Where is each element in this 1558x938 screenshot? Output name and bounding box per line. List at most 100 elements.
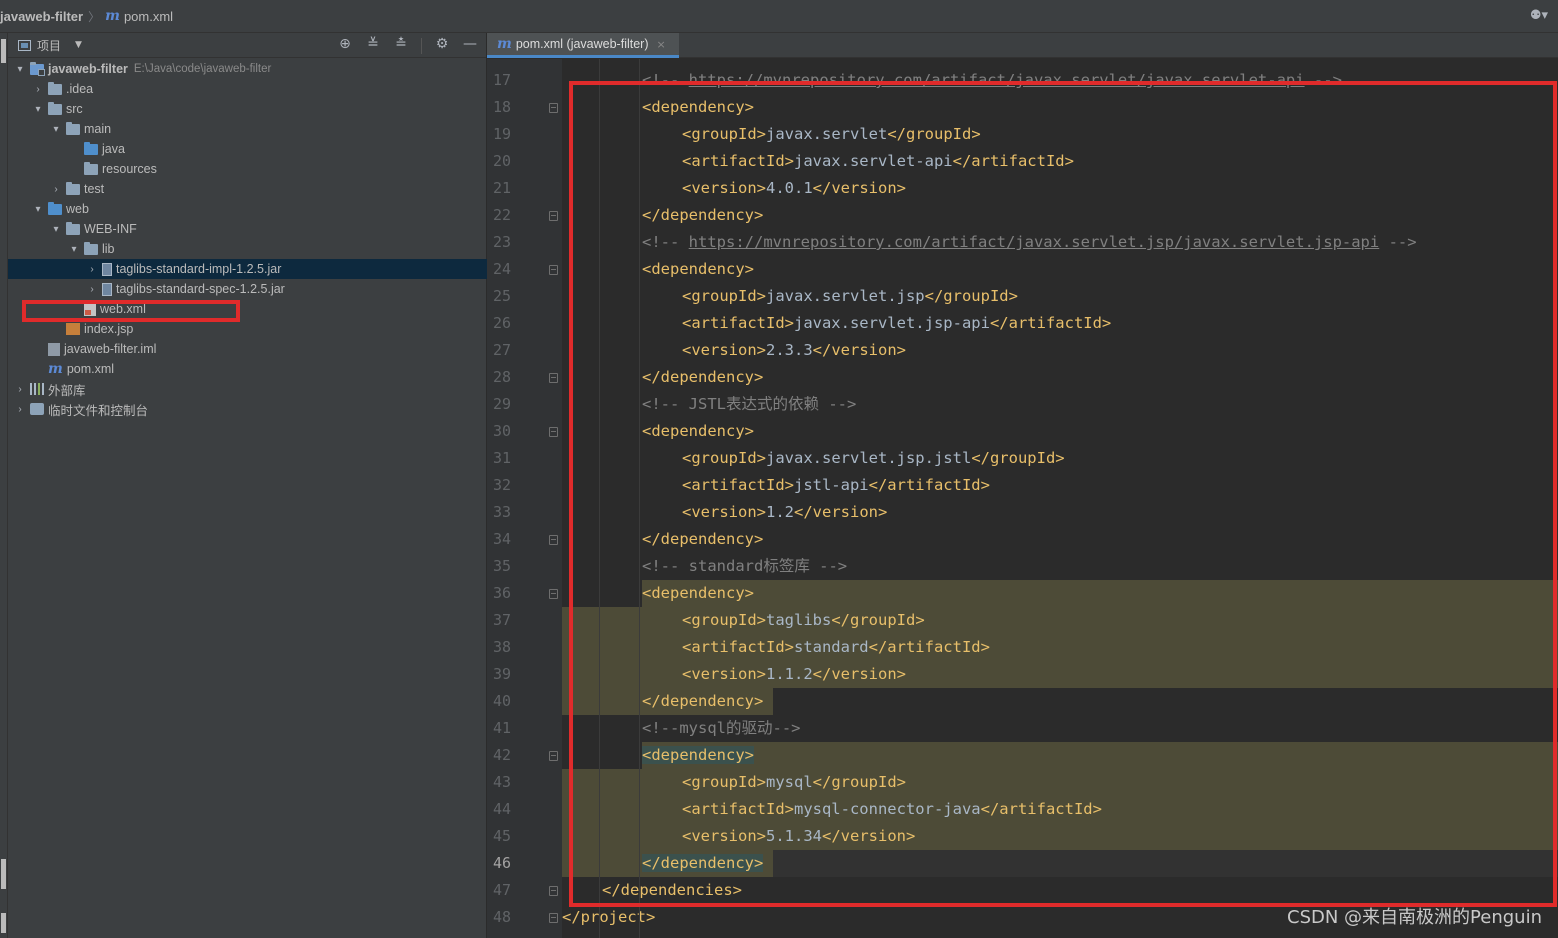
- chevron-right-icon[interactable]: ›: [50, 184, 62, 195]
- view-dropdown-icon[interactable]: ▼: [75, 40, 82, 50]
- user-menu-icon[interactable]: ⚉▾: [1530, 8, 1548, 23]
- line-number: 18: [492, 98, 511, 116]
- chevron-down-icon[interactable]: ▾: [32, 204, 44, 215]
- tree-item[interactable]: ▾ javaweb-filter E:\Java\code\javaweb-filt…: [8, 59, 487, 79]
- line-number: 44: [492, 800, 511, 818]
- chevron-right-icon[interactable]: ›: [86, 264, 98, 275]
- chevron-down-icon[interactable]: ▾: [50, 124, 62, 135]
- project-panel-header: 项目 ▼ ⊕ ≚ ≛ ⚙ —: [8, 33, 486, 58]
- tree-item-label: taglibs-standard-impl-1.2.5.jar: [116, 262, 282, 276]
- gear-icon[interactable]: ⚙: [434, 36, 450, 54]
- expand-all-icon[interactable]: ≚: [365, 36, 381, 54]
- tree-item[interactable]: index.jsp: [8, 319, 487, 339]
- tree-item-label: taglibs-standard-spec-1.2.5.jar: [116, 282, 285, 296]
- line-number: 37: [492, 611, 511, 629]
- breadcrumb-project[interactable]: javaweb-filter: [0, 9, 83, 24]
- project-panel-title[interactable]: 项目: [37, 37, 61, 54]
- line-number: 43: [492, 773, 511, 791]
- folder-icon: [48, 101, 62, 115]
- tree-item[interactable]: m pom.xml: [8, 359, 487, 379]
- line-number: 26: [492, 314, 511, 332]
- left-tool-strip: [0, 33, 8, 938]
- line-number: 45: [492, 827, 511, 845]
- tree-item[interactable]: ▾ web: [8, 199, 487, 219]
- fold-marker-icon[interactable]: [549, 103, 558, 113]
- tree-item[interactable]: java: [8, 139, 487, 159]
- tree-item[interactable]: › taglibs-standard-spec-1.2.5.jar: [8, 279, 487, 299]
- fold-marker-icon[interactable]: [549, 913, 558, 923]
- library-icon: [30, 383, 44, 395]
- folder-icon: [66, 121, 80, 135]
- chevron-right-icon[interactable]: ›: [14, 404, 26, 415]
- tree-item-label: javaweb-filter.iml: [64, 342, 157, 356]
- breadcrumb-file[interactable]: pom.xml: [124, 9, 173, 24]
- fold-marker-icon[interactable]: [549, 751, 558, 761]
- tree-item[interactable]: › 外部库: [8, 379, 487, 399]
- hide-panel-icon[interactable]: —: [462, 36, 478, 54]
- code-highlight-box: [569, 81, 1557, 907]
- tree-item[interactable]: ▾ WEB-INF: [8, 219, 487, 239]
- collapse-all-icon[interactable]: ≛: [393, 36, 409, 54]
- tree-item-label: javaweb-filter: [48, 62, 128, 76]
- tree-item[interactable]: ▾ src: [8, 99, 487, 119]
- navigation-bar: javaweb-filter 〉 m pom.xml ⚉▾: [0, 0, 1558, 33]
- chevron-down-icon[interactable]: ▾: [32, 104, 44, 115]
- chevron-right-icon[interactable]: ›: [14, 384, 26, 395]
- tree-item[interactable]: › 临时文件和控制台: [8, 399, 487, 419]
- tree-item[interactable]: › taglibs-standard-impl-1.2.5.jar: [8, 259, 487, 279]
- folder-icon: [48, 81, 62, 95]
- tree-item[interactable]: ▾ main: [8, 119, 487, 139]
- line-number: 32: [492, 476, 511, 494]
- line-number: 35: [492, 557, 511, 575]
- module-folder-icon: [30, 61, 45, 76]
- fold-marker-icon[interactable]: [549, 535, 558, 545]
- chevron-right-icon[interactable]: ›: [86, 284, 98, 295]
- chevron-down-icon[interactable]: ▾: [50, 224, 62, 235]
- folder-icon: [66, 221, 80, 235]
- line-number: 48: [492, 908, 511, 926]
- chevron-right-icon[interactable]: ›: [32, 84, 44, 95]
- line-number: 38: [492, 638, 511, 656]
- close-icon[interactable]: ×: [657, 38, 666, 51]
- tree-item-label: 临时文件和控制台: [48, 403, 149, 418]
- chevron-down-icon[interactable]: ▾: [68, 244, 80, 255]
- fold-marker-icon[interactable]: [549, 265, 558, 275]
- tree-item[interactable]: › .idea: [8, 79, 487, 99]
- fold-marker-icon[interactable]: [549, 211, 558, 221]
- folder-icon: [84, 241, 98, 255]
- line-number-gutter[interactable]: 17 18 19 20 21 22 23 24 25 26 27 28 29 30 31 32 33 34 35 36…: [487, 59, 562, 938]
- iml-file-icon: [48, 342, 60, 356]
- tree-item[interactable]: javaweb-filter.iml: [8, 339, 487, 359]
- web-xml-highlight-box: [22, 300, 240, 322]
- locate-file-icon[interactable]: ⊕: [337, 36, 353, 54]
- tree-item-label: WEB-INF: [84, 222, 137, 236]
- favorites-tool-window-button[interactable]: [1, 913, 6, 933]
- line-number: 30: [492, 422, 511, 440]
- fold-marker-icon[interactable]: [549, 427, 558, 437]
- maven-file-icon: m: [497, 36, 512, 52]
- structure-tool-window-button[interactable]: [1, 859, 6, 889]
- tree-item[interactable]: › test: [8, 179, 487, 199]
- tree-item[interactable]: ▾ lib: [8, 239, 487, 259]
- tree-item[interactable]: resources: [8, 159, 487, 179]
- fold-marker-icon[interactable]: [549, 373, 558, 383]
- maven-file-icon: m: [105, 8, 120, 24]
- project-tool-window-button[interactable]: [1, 39, 6, 63]
- jar-icon: [102, 282, 112, 296]
- code-text: </project>: [562, 904, 655, 931]
- source-folder-icon: [84, 141, 98, 155]
- tab-pom-xml[interactable]: m pom.xml (javaweb-filter) ×: [487, 33, 679, 58]
- jar-icon: [102, 262, 112, 276]
- fold-marker-icon[interactable]: [549, 886, 558, 896]
- tree-item-label: .idea: [66, 82, 94, 96]
- tree-item-label: index.jsp: [84, 322, 134, 336]
- tree-item-label: src: [66, 102, 83, 116]
- tree-item-label: test: [84, 182, 105, 196]
- line-number: 25: [492, 287, 511, 305]
- chevron-down-icon[interactable]: ▾: [14, 64, 26, 75]
- tree-item-label: pom.xml: [66, 362, 115, 376]
- toolbar-divider: [421, 38, 422, 54]
- scratch-icon: [30, 403, 44, 415]
- fold-marker-icon[interactable]: [549, 589, 558, 599]
- tree-item-label: resources: [102, 162, 157, 176]
